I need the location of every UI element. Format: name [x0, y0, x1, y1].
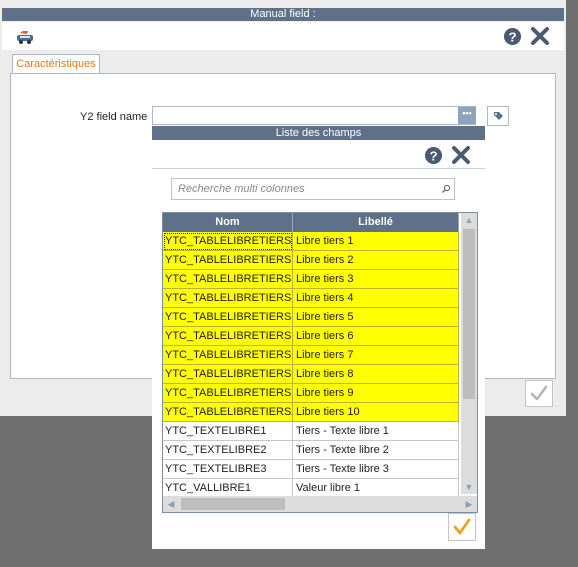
car-icon[interactable]	[15, 30, 35, 46]
table-row[interactable]: YTC_TABLELIBRETIERS1 Libre tiers 1	[163, 232, 459, 251]
cell-libelle[interactable]: Tiers - Texte libre 3	[293, 460, 459, 479]
table-row[interactable]: YTC_TEXTELIBRE1 Tiers - Texte libre 1	[163, 422, 459, 441]
cell-libelle[interactable]: Libre tiers 5	[293, 308, 459, 327]
search-box	[171, 178, 455, 200]
cell-nom[interactable]: YTC_TEXTELIBRE1	[163, 422, 293, 441]
svg-text:?: ?	[508, 29, 516, 44]
table-row[interactable]: YTC_TABLELIBRETIERS4 Libre tiers 4	[163, 289, 459, 308]
help-icon[interactable]: ?	[503, 27, 522, 46]
scroll-right-icon[interactable]: ▶	[461, 497, 477, 511]
help-icon[interactable]: ?	[424, 146, 443, 165]
cell-nom[interactable]: YTC_TABLELIBRETIERS6	[163, 327, 293, 346]
cell-nom[interactable]: YTC_TABLELIBRETIERS5	[163, 308, 293, 327]
cell-libelle[interactable]: Tiers - Texte libre 1	[293, 422, 459, 441]
table-row[interactable]: YTC_TABLELIBRETIERS2 Libre tiers 2	[163, 251, 459, 270]
close-icon[interactable]	[530, 26, 550, 46]
y2-field-name-input[interactable]	[152, 106, 476, 125]
field-list-popup: Liste des champs ? Nom Libellé YTC_TABLE…	[152, 126, 485, 549]
cell-libelle[interactable]: Libre tiers 8	[293, 365, 459, 384]
cell-nom[interactable]: YTC_TABLELIBRETIERS9	[163, 384, 293, 403]
table-row[interactable]: YTC_TABLELIBRETIERS8 Libre tiers 8	[163, 365, 459, 384]
cell-nom[interactable]: YTC_TABLELIBRETIERS8	[163, 365, 293, 384]
scroll-up-icon[interactable]: ▲	[461, 213, 477, 227]
checkmark-icon	[453, 518, 471, 535]
dialog-toolbar: ?	[2, 22, 564, 50]
cell-nom[interactable]: YTC_TABLELIBRETIERSA	[163, 403, 293, 422]
field-list-grid: Nom Libellé YTC_TABLELIBRETIERS1 Libre ti…	[162, 212, 478, 513]
cell-nom[interactable]: YTC_TEXTELIBRE2	[163, 441, 293, 460]
cell-libelle[interactable]: Tiers - Texte libre 2	[293, 441, 459, 460]
cell-libelle[interactable]: Libre tiers 4	[293, 289, 459, 308]
search-icon[interactable]	[441, 184, 451, 194]
grid-header: Nom Libellé	[163, 213, 459, 232]
horizontal-scrollbar[interactable]: ◀ ▶	[163, 496, 477, 512]
table-row[interactable]: YTC_TABLELIBRETIERS9 Libre tiers 9	[163, 384, 459, 403]
close-icon[interactable]	[451, 145, 471, 165]
tag-button[interactable]	[487, 106, 509, 126]
popup-title: Liste des champs	[152, 126, 485, 140]
grid-rows: YTC_TABLELIBRETIERS1 Libre tiers 1 YTC_TAB…	[163, 232, 459, 498]
cell-libelle[interactable]: Libre tiers 2	[293, 251, 459, 270]
table-row[interactable]: YTC_TABLELIBRETIERS7 Libre tiers 7	[163, 346, 459, 365]
cell-libelle[interactable]: Libre tiers 9	[293, 384, 459, 403]
vertical-scroll-thumb[interactable]	[463, 229, 475, 399]
cell-nom[interactable]: YTC_TABLELIBRETIERS7	[163, 346, 293, 365]
field-browse-button[interactable]: •••	[458, 107, 476, 124]
cell-nom[interactable]: YTC_TEXTELIBRE3	[163, 460, 293, 479]
cell-libelle[interactable]: Libre tiers 3	[293, 270, 459, 289]
table-row[interactable]: YTC_TABLELIBRETIERSA Libre tiers 10	[163, 403, 459, 422]
scroll-down-icon[interactable]: ▼	[461, 480, 477, 494]
table-row[interactable]: YTC_TEXTELIBRE3 Tiers - Texte libre 3	[163, 460, 459, 479]
column-header-libelle[interactable]: Libellé	[293, 213, 459, 232]
cell-nom[interactable]: YTC_TABLELIBRETIERS3	[163, 270, 293, 289]
horizontal-scroll-thumb[interactable]	[181, 498, 285, 510]
table-row[interactable]: YTC_TABLELIBRETIERS3 Libre tiers 3	[163, 270, 459, 289]
popup-toolbar: ?	[152, 140, 485, 169]
table-row[interactable]: YTC_TABLELIBRETIERS5 Libre tiers 5	[163, 308, 459, 327]
dialog-title: Manual field :	[2, 8, 564, 21]
cell-libelle[interactable]: Libre tiers 7	[293, 346, 459, 365]
vertical-scrollbar[interactable]: ▲ ▼	[461, 213, 477, 494]
search-input[interactable]	[178, 182, 428, 196]
cell-nom[interactable]: YTC_TABLELIBRETIERS4	[163, 289, 293, 308]
cell-libelle[interactable]: Libre tiers 6	[293, 327, 459, 346]
cell-nom[interactable]: YTC_TABLELIBRETIERS2	[163, 251, 293, 270]
table-row[interactable]: YTC_TEXTELIBRE2 Tiers - Texte libre 2	[163, 441, 459, 460]
tag-icon	[494, 112, 503, 120]
table-row[interactable]: YTC_TABLELIBRETIERS6 Libre tiers 6	[163, 327, 459, 346]
popup-ok-button[interactable]	[448, 513, 476, 541]
cell-libelle[interactable]: Libre tiers 1	[293, 232, 459, 251]
svg-text:?: ?	[429, 148, 437, 163]
checkmark-icon	[530, 385, 548, 401]
y2-field-name-label: Y2 field name	[80, 111, 148, 123]
main-ok-button[interactable]	[525, 380, 553, 407]
tab-caracteristiques[interactable]: Caractéristiques	[12, 54, 100, 74]
column-header-nom[interactable]: Nom	[163, 213, 293, 232]
cell-libelle[interactable]: Libre tiers 10	[293, 403, 459, 422]
cell-nom[interactable]: YTC_TABLELIBRETIERS1	[163, 232, 293, 251]
scroll-left-icon[interactable]: ◀	[163, 497, 179, 511]
